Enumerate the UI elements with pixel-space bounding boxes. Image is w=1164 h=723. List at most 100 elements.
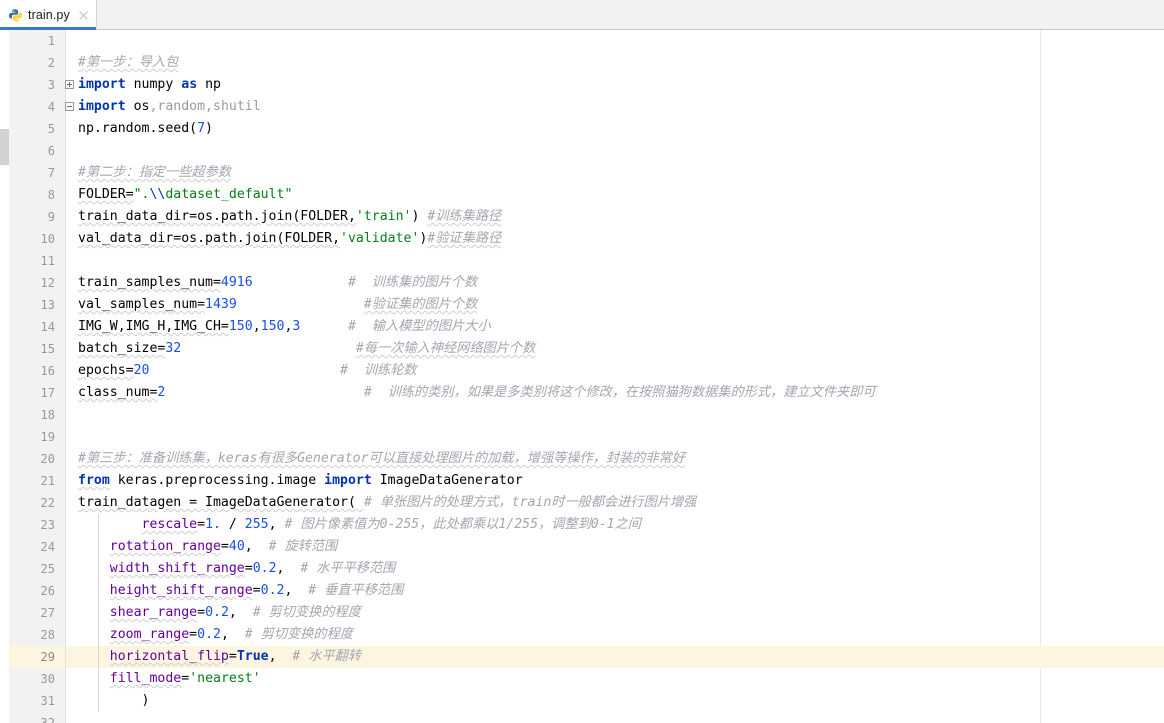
code-line-17[interactable]: class_num=2 # 训练的类别，如果是多类别将这个修改，在按照猫狗数据集… <box>66 382 1164 404</box>
fold-marker-line-3[interactable] <box>65 80 74 89</box>
code-line-15[interactable]: batch_size=32 #每一次输入神经网络图片个数 <box>66 338 1164 360</box>
line-number-13[interactable]: 13 <box>9 294 65 316</box>
code-line-30[interactable]: fill_mode='nearest' <box>66 668 1164 690</box>
code-line-16[interactable]: epochs=20 # 训练轮数 <box>66 360 1164 382</box>
code-line-28[interactable]: zoom_range=0.2, # 剪切变换的程度 <box>66 624 1164 646</box>
code-line-23[interactable]: rescale=1. / 255, # 图片像素值为0-255，此处都乘以1/2… <box>66 514 1164 536</box>
code-line-21[interactable]: from keras.preprocessing.image import Im… <box>66 470 1164 492</box>
left-tool-stripe <box>0 30 9 723</box>
line-number-23[interactable]: 23 <box>9 514 65 536</box>
comment-width-shift-range: # 水平平移范围 <box>300 561 396 576</box>
tab-train-py[interactable]: train.py <box>0 0 96 30</box>
module-numpy: numpy <box>133 77 174 92</box>
equals: = <box>252 583 261 598</box>
line-number-27[interactable]: 27 <box>9 602 65 624</box>
line-number-6[interactable]: 6 <box>9 140 65 162</box>
value-val-samples: 1439 <box>205 297 237 312</box>
code-line-11[interactable] <box>66 250 1164 272</box>
code-line-4[interactable]: import os,random,shutil <box>66 96 1164 118</box>
code-line-3[interactable]: import numpy as np <box>66 74 1164 96</box>
line-number-15[interactable]: 15 <box>9 338 65 360</box>
code-canvas[interactable]: #第一步：导入包 import numpy as np import os,ra… <box>66 30 1164 723</box>
value-horizontal-flip: True <box>236 649 269 664</box>
line-number-25[interactable]: 25 <box>9 558 65 580</box>
var-epochs: epochs= <box>78 363 134 378</box>
line-number-19[interactable]: 19 <box>9 426 65 448</box>
line-number-22[interactable]: 22 <box>9 492 65 514</box>
code-line-6[interactable] <box>66 140 1164 162</box>
pad <box>149 363 340 378</box>
line-number-12[interactable]: 12 <box>9 272 65 294</box>
line-number-26[interactable]: 26 <box>9 580 65 602</box>
line-number-10[interactable]: 10 <box>9 228 65 250</box>
value-rotation-range: 40 <box>228 539 245 554</box>
code-line-13[interactable]: val_samples_num=1439 #验证集的图片个数 <box>66 294 1164 316</box>
code-line-25[interactable]: width_shift_range=0.2, # 水平平移范围 <box>66 558 1164 580</box>
code-line-1[interactable] <box>66 30 1164 52</box>
comma: , <box>252 319 261 334</box>
pad <box>181 341 356 356</box>
line-number-3[interactable]: 3 <box>9 74 74 96</box>
code-line-29[interactable]: horizontal_flip=True, # 水平翻转 <box>66 646 1164 668</box>
line-number-18[interactable]: 18 <box>9 404 65 426</box>
code-line-2[interactable]: #第一步：导入包 <box>66 52 1164 74</box>
code-line-18[interactable] <box>66 404 1164 426</box>
code-line-7[interactable]: #第二步：指定一些超参数 <box>66 162 1164 184</box>
code-line-8[interactable]: FOLDER=".\\dataset_default" <box>66 184 1164 206</box>
code-line-27[interactable]: shear_range=0.2, # 剪切变换的程度 <box>66 602 1164 624</box>
line-number-17[interactable]: 17 <box>9 382 65 404</box>
line-number-4[interactable]: 4 <box>9 96 74 118</box>
code-line-20[interactable]: #第三步：准备训练集，keras有很多Generator可以直接处理图片的加载，… <box>66 448 1164 470</box>
kwarg-width-shift-range: width_shift_range <box>109 561 245 576</box>
code-line-10[interactable]: val_data_dir=os.path.join(FOLDER,'valida… <box>66 228 1164 250</box>
code-line-32[interactable] <box>66 712 1164 723</box>
paren: ) <box>411 209 428 224</box>
closing-paren: ) <box>78 693 150 708</box>
code-line-26[interactable]: height_shift_range=0.2, # 垂直平移范围 <box>66 580 1164 602</box>
line-number-32[interactable]: 32 <box>9 712 65 723</box>
line-number-11[interactable]: 11 <box>9 250 65 272</box>
line-number-29[interactable]: 29 <box>9 646 65 668</box>
line-number-1[interactable]: 1 <box>9 30 65 52</box>
comment-zoom-range: # 剪切变换的程度 <box>244 627 353 642</box>
comment-train-count: # 训练集的图片个数 <box>347 275 478 290</box>
line-number-7[interactable]: 7 <box>9 162 65 184</box>
editor-gutter[interactable]: 1 2 3 4 5 6 7 8 9 10 11 12 13 14 15 16 17 18 19 20 21 22 23 24 2… <box>9 30 74 723</box>
line-number-30[interactable]: 30 <box>9 668 65 690</box>
line-number-8[interactable]: 8 <box>9 184 65 206</box>
editor-tabbar: train.py <box>0 0 1164 30</box>
line-number-24[interactable]: 24 <box>9 536 65 558</box>
value-img-h: 150 <box>260 319 285 334</box>
kwarg-zoom-range: zoom_range <box>109 627 190 642</box>
var-img-dims: IMG_W,IMG_H,IMG_CH= <box>78 319 229 334</box>
code-line-19[interactable] <box>66 426 1164 448</box>
line-number-20[interactable]: 20 <box>9 448 65 470</box>
line-number-31[interactable]: 31 <box>9 690 65 712</box>
code-line-5[interactable]: np.random.seed(7) <box>66 118 1164 140</box>
fold-marker-line-4[interactable] <box>65 102 74 111</box>
indent-guide <box>98 514 99 712</box>
value-rescale-numerator: 1. <box>205 517 221 532</box>
code-line-22[interactable]: train_datagen = ImageDataGenerator( # 单张… <box>66 492 1164 514</box>
code-line-31[interactable]: ) <box>66 690 1164 712</box>
code-line-14[interactable]: IMG_W,IMG_H,IMG_CH=150,150,3 # 输入模型的图片大小 <box>66 316 1164 338</box>
line-number-2[interactable]: 2 <box>9 52 65 74</box>
keyword-from: from <box>78 473 110 488</box>
line-number-9[interactable]: 9 <box>9 206 65 228</box>
code-line-9[interactable]: train_data_dir=os.path.join(FOLDER,'trai… <box>66 206 1164 228</box>
code-line-24[interactable]: rotation_range=40, # 旋转范围 <box>66 536 1164 558</box>
line-number-5[interactable]: 5 <box>9 118 65 140</box>
comment-rotation-range: # 旋转范围 <box>268 539 338 554</box>
close-icon[interactable] <box>77 9 90 22</box>
code-line-12[interactable]: train_samples_num=4916 # 训练集的图片个数 <box>66 272 1164 294</box>
line-number-28[interactable]: 28 <box>9 624 65 646</box>
line-number-14[interactable]: 14 <box>9 316 65 338</box>
value-shear-range: 0.2 <box>205 605 229 620</box>
stripe-marker[interactable] <box>0 129 9 165</box>
keyword-import: import <box>324 473 372 488</box>
line-number-21[interactable]: 21 <box>9 470 65 492</box>
value-img-w: 150 <box>228 319 253 334</box>
line-number-16[interactable]: 16 <box>9 360 65 382</box>
